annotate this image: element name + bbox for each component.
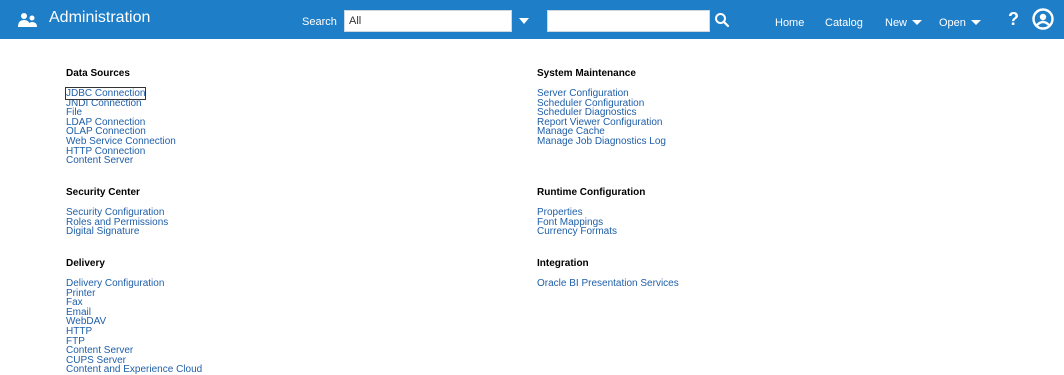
search-input[interactable]	[547, 10, 710, 32]
nav-home[interactable]: Home	[775, 17, 804, 29]
nav-open-menu[interactable]: Open	[939, 17, 981, 29]
list-item: Email	[66, 306, 202, 317]
chevron-down-icon	[912, 20, 923, 25]
link-list: Properties Font Mappings Currency Formats	[537, 206, 645, 237]
chevron-down-icon[interactable]	[519, 18, 529, 24]
section-title: Runtime Configuration	[537, 187, 646, 198]
link-list: Server Configuration Scheduler Configurat…	[537, 87, 666, 147]
list-item: Scheduler Diagnostics	[537, 106, 666, 118]
nav-new-label: New	[885, 17, 908, 29]
link-currency-formats[interactable]: Currency Formats	[537, 226, 617, 237]
search-scope-select[interactable]: All	[344, 10, 512, 32]
list-item: Oracle BI Presentation Services	[537, 277, 679, 289]
list-item: Web Service Connection	[66, 135, 176, 146]
section-system-maintenance: System Maintenance Server Configuration S…	[537, 68, 666, 147]
link-list: Security Configuration Roles and Permissi…	[66, 206, 168, 237]
help-icon[interactable]: ?	[1008, 9, 1019, 30]
search-scope-value: All	[349, 15, 362, 27]
search-label: Search	[302, 16, 337, 28]
chevron-down-icon	[970, 20, 981, 25]
link-content-server[interactable]: Content Server	[66, 155, 133, 166]
list-item: JNDI Connection	[66, 97, 176, 108]
user-icon[interactable]	[1032, 8, 1054, 30]
nav-catalog[interactable]: Catalog	[825, 17, 863, 29]
search-icon[interactable]	[714, 12, 730, 28]
list-item: Delivery Configuration	[66, 277, 202, 289]
section-title: Integration	[537, 258, 589, 269]
list-item: Report Viewer Configuration	[537, 116, 666, 127]
section-integration: Integration Oracle BI Presentation Servi…	[537, 258, 679, 289]
link-list: Oracle BI Presentation Services	[537, 277, 679, 289]
nav-open-label: Open	[939, 17, 966, 29]
list-item: JDBC Connection	[64, 87, 176, 100]
list-item: Manage Job Diagnostics Log	[537, 135, 666, 147]
page-title: Administration	[49, 9, 151, 26]
list-item: LDAP Connection	[66, 116, 176, 127]
section-delivery: Delivery Delivery Configuration Printer Fa…	[66, 258, 202, 375]
link-manage-job-diagnostics-log[interactable]: Manage Job Diagnostics Log	[537, 136, 666, 147]
list-item: Server Configuration	[537, 87, 666, 99]
section-title: Delivery	[66, 258, 105, 269]
link-content-and-experience-cloud[interactable]: Content and Experience Cloud	[66, 364, 202, 375]
section-title: System Maintenance	[537, 68, 636, 79]
list-item: Security Configuration	[66, 206, 168, 218]
list-item: CUPS Server	[66, 354, 202, 365]
list-item: OLAP Connection	[66, 125, 176, 137]
list-item: Currency Formats	[537, 225, 645, 237]
section-data-sources: Data Sources JDBC Connection JNDI Connect…	[64, 68, 176, 166]
list-item: Font Mappings	[537, 216, 645, 227]
link-digital-signature[interactable]: Digital Signature	[66, 226, 139, 237]
list-item: HTTP	[66, 325, 202, 336]
link-list: JDBC Connection JNDI Connection File LDAP C…	[64, 87, 176, 166]
list-item: Content Server	[66, 154, 176, 166]
list-item: Scheduler Configuration	[537, 97, 666, 108]
section-title: Data Sources	[66, 68, 130, 79]
link-oracle-bi-presentation-services[interactable]: Oracle BI Presentation Services	[537, 278, 679, 289]
section-title: Security Center	[66, 187, 140, 198]
list-item: WebDAV	[66, 315, 202, 327]
section-runtime-configuration: Runtime Configuration Properties Font Map…	[537, 187, 646, 237]
list-item: Content Server	[66, 344, 202, 356]
link-list: Delivery Configuration Printer Fax Email Web…	[66, 277, 202, 375]
top-bar: Administration Search All Home Catalog N…	[0, 0, 1064, 39]
list-item: Properties	[537, 206, 645, 218]
list-item: Roles and Permissions	[66, 216, 168, 227]
section-security-center: Security Center Security Configuration Ro…	[66, 187, 168, 237]
nav-new-menu[interactable]: New	[885, 17, 923, 29]
admin-people-icon	[18, 13, 37, 27]
list-item: Content and Experience Cloud	[66, 363, 202, 375]
